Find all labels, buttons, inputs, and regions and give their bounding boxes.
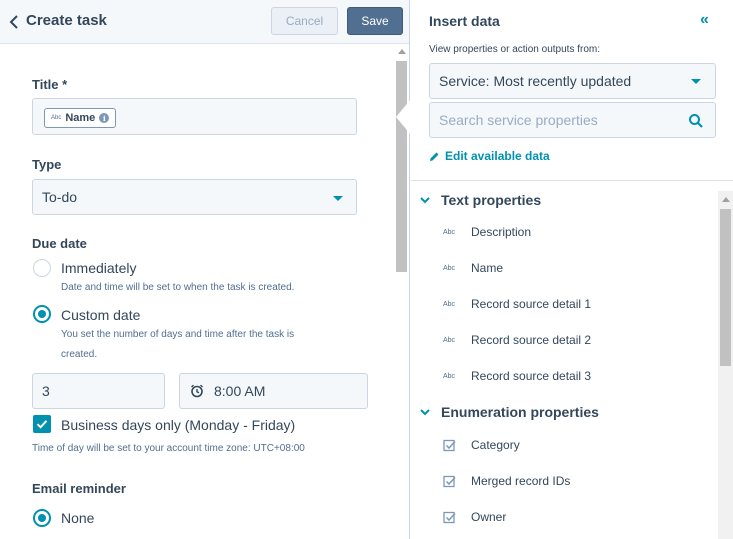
custom-date-radio[interactable] (33, 305, 51, 323)
custom-date-label[interactable]: Custom date (61, 307, 140, 323)
section-title: Enumeration properties (441, 404, 599, 420)
info-icon[interactable]: i (99, 113, 110, 123)
days-value: 3 (42, 383, 50, 399)
pencil-icon (430, 152, 439, 161)
scroll-up-arrow-icon[interactable] (722, 197, 730, 202)
insert-data-title: Insert data (429, 13, 500, 29)
type-value: To-do (42, 189, 78, 205)
scrollbar-thumb[interactable] (396, 61, 407, 272)
time-value: 8:00 AM (214, 383, 266, 399)
property-item[interactable]: Abc Name (443, 261, 503, 275)
property-label: Merged record IDs (471, 474, 571, 488)
property-label: Record source detail 1 (471, 297, 592, 311)
panel-header: Create task Cancel Save (0, 0, 409, 44)
scroll-up-arrow-icon[interactable] (398, 49, 406, 54)
property-item[interactable]: Merged record IDs (443, 474, 570, 488)
property-item[interactable]: Abc Record source detail 3 (443, 369, 591, 383)
custom-date-help-line2: created. (61, 349, 98, 360)
property-item[interactable]: Abc Record source detail 1 (443, 297, 591, 311)
section-enumeration-properties[interactable]: Enumeration properties (419, 404, 599, 420)
checklist-icon (443, 511, 456, 523)
source-caption: View properties or action outputs from: (429, 44, 601, 55)
text-type-icon: Abc (443, 264, 456, 272)
source-value: Service: Most recently updated (439, 73, 632, 89)
immediately-help: Date and time will be set to when the ta… (61, 282, 295, 293)
property-label: Name (471, 261, 504, 275)
checklist-icon (443, 439, 456, 451)
property-item[interactable]: Category (443, 438, 520, 452)
type-select[interactable]: To-do (32, 179, 357, 215)
collapse-double-chevron-icon[interactable]: « (700, 11, 709, 29)
title-field[interactable]: Abc Name i (32, 98, 357, 135)
custom-date-help-line1: You set the number of days and time afte… (61, 329, 295, 340)
timezone-note: Time of day will be set to your account … (32, 443, 305, 454)
property-item[interactable]: Abc Description (443, 225, 531, 239)
none-radio[interactable] (33, 509, 51, 527)
caret-down-icon (333, 196, 343, 201)
immediately-label[interactable]: Immediately (61, 260, 136, 276)
panel-pointer (396, 99, 411, 135)
time-input[interactable]: 8:00 AM (179, 373, 368, 409)
checklist-icon (443, 475, 456, 487)
scrollbar-thumb[interactable] (720, 209, 731, 366)
email-reminder-label: Email reminder (32, 481, 126, 496)
source-select[interactable]: Service: Most recently updated (429, 63, 716, 99)
text-type-icon: Abc (443, 228, 456, 236)
days-input[interactable]: 3 (32, 373, 165, 409)
name-token[interactable]: Abc Name i (44, 108, 117, 128)
text-type-icon: Abc (51, 115, 62, 121)
property-item[interactable]: Abc Record source detail 2 (443, 333, 591, 347)
divider (411, 180, 733, 181)
create-task-panel: Create task Cancel Save Title * Abc Name… (0, 0, 410, 539)
none-label[interactable]: None (61, 510, 94, 526)
text-type-icon: Abc (443, 336, 456, 344)
text-type-icon: Abc (443, 300, 456, 308)
text-type-icon: Abc (443, 372, 456, 380)
chevron-down-icon (420, 409, 430, 416)
alarm-clock-icon (191, 384, 203, 398)
type-label: Type (32, 157, 62, 172)
section-title: Text properties (441, 192, 542, 208)
cancel-button[interactable]: Cancel (271, 7, 338, 35)
search-input[interactable]: Search service properties (439, 112, 598, 128)
token-label: Name (65, 112, 96, 124)
edit-available-data-link[interactable]: Edit available data (429, 149, 550, 163)
page-title: Create task (26, 12, 107, 29)
property-label: Owner (471, 510, 507, 524)
title-label: Title * (32, 77, 68, 92)
business-days-label[interactable]: Business days only (Monday - Friday) (61, 417, 295, 433)
immediately-radio[interactable] (33, 259, 51, 277)
property-label: Category (471, 438, 520, 452)
checkmark-icon (36, 420, 48, 429)
search-icon[interactable] (688, 113, 704, 129)
edit-link-label: Edit available data (445, 149, 550, 163)
save-button[interactable]: Save (347, 7, 403, 35)
insert-data-panel: Insert data « View properties or action … (411, 0, 733, 539)
property-search[interactable]: Search service properties (429, 102, 716, 138)
section-text-properties[interactable]: Text properties (419, 192, 541, 208)
due-date-label: Due date (32, 236, 87, 251)
property-item[interactable]: Owner (443, 510, 506, 524)
property-label: Description (471, 225, 532, 239)
chevron-left-icon[interactable] (8, 14, 22, 30)
property-label: Record source detail 2 (471, 333, 592, 347)
chevron-down-icon (420, 197, 430, 204)
property-label: Record source detail 3 (471, 369, 592, 383)
business-days-checkbox[interactable] (33, 415, 51, 433)
caret-down-icon (691, 79, 701, 84)
